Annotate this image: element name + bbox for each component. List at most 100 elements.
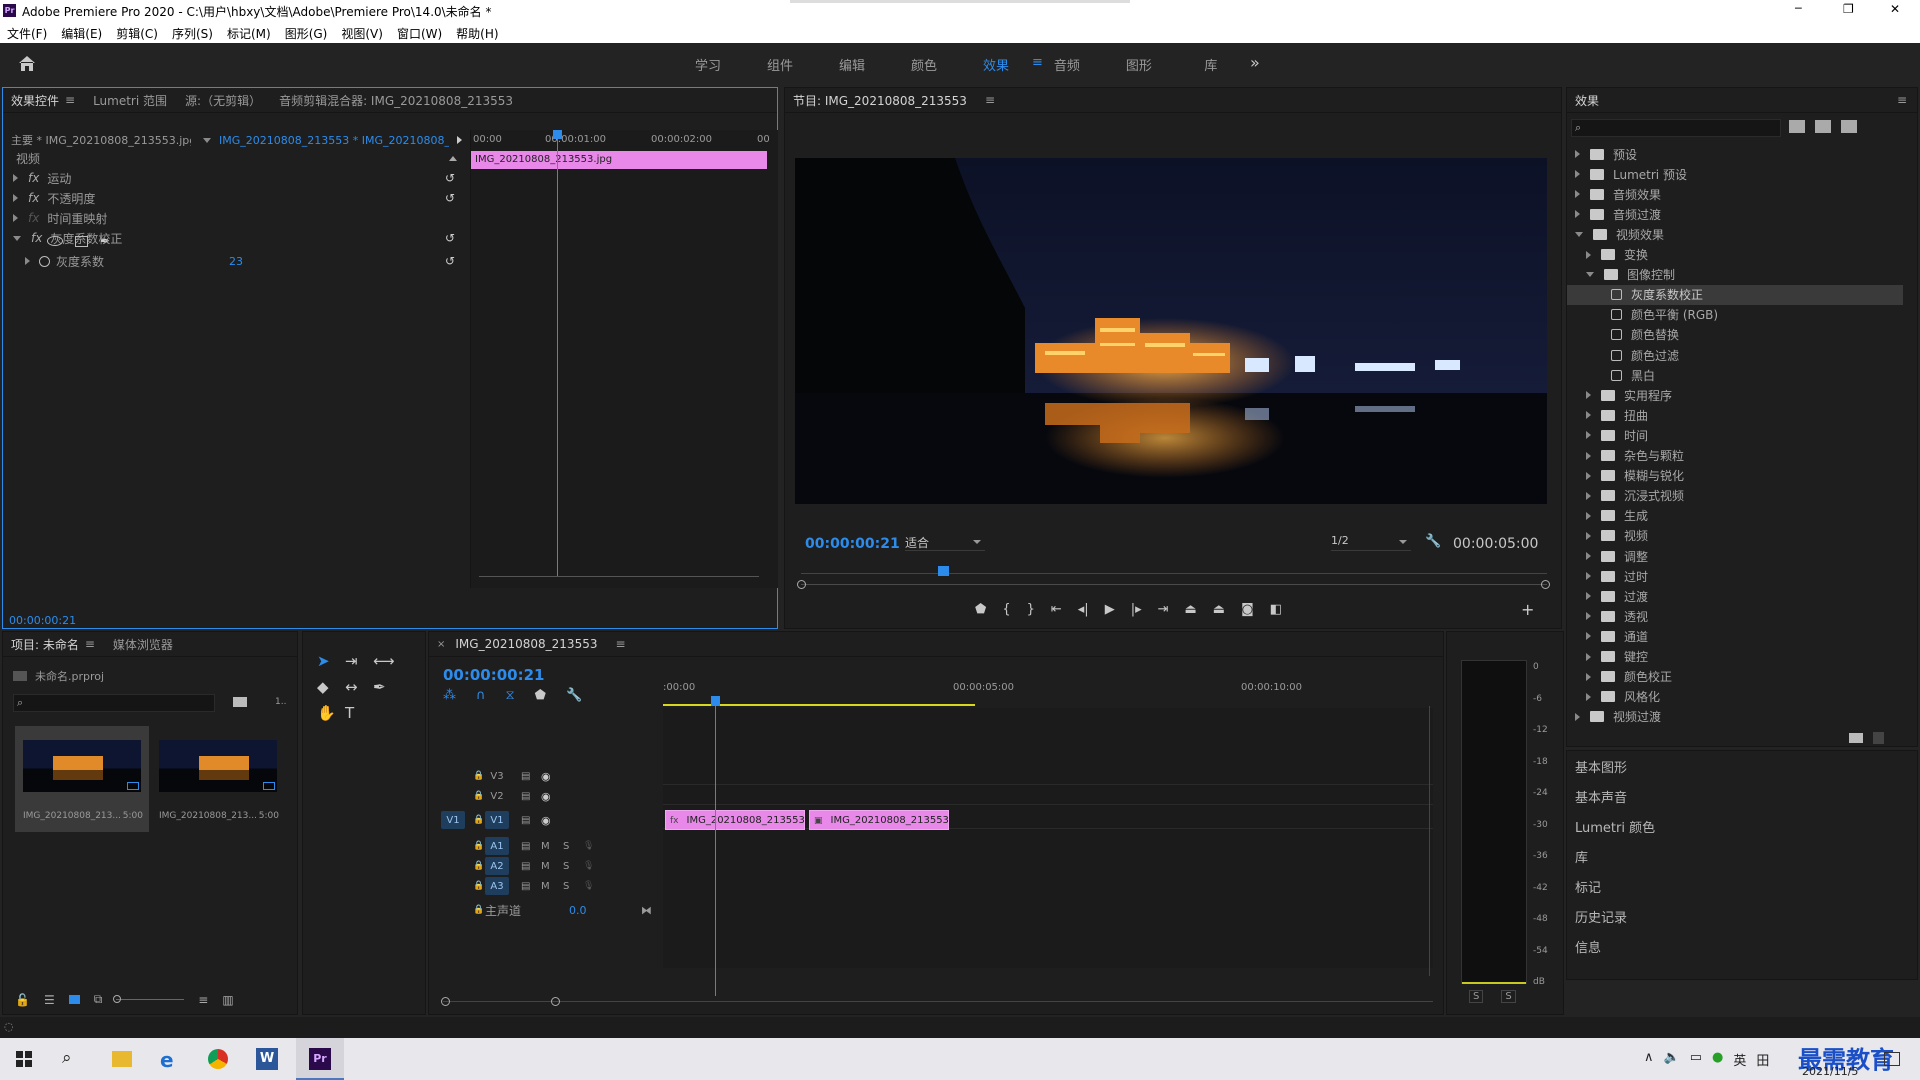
wrench-icon[interactable]: 🔧 xyxy=(1425,534,1441,549)
microphone-icon[interactable]: 🎙 xyxy=(583,861,594,871)
workspace-tab-4[interactable]: 效果 xyxy=(960,55,1032,74)
source-patch-v1[interactable]: V1 xyxy=(441,811,465,829)
reset-icon[interactable]: ↺ xyxy=(445,191,455,205)
collapse-icon[interactable] xyxy=(1586,272,1594,278)
expand-icon[interactable] xyxy=(13,214,18,222)
workspace-tab-2[interactable]: 编辑 xyxy=(816,55,888,74)
expand-icon[interactable] xyxy=(1586,250,1591,259)
effects-tree-item[interactable]: 时间 xyxy=(1567,425,1903,445)
expand-icon[interactable] xyxy=(1575,210,1580,219)
razor-tool-icon[interactable]: ◆ xyxy=(317,678,345,696)
pen-tool-icon[interactable]: ✒ xyxy=(373,678,401,696)
ellipse-mask-icon[interactable] xyxy=(47,236,63,246)
workspace-tab-3[interactable]: 颜色 xyxy=(888,55,960,74)
effects-tree-item[interactable]: Lumetri 预设 xyxy=(1567,164,1903,184)
expand-icon[interactable] xyxy=(1586,511,1591,520)
effects-tree-item[interactable]: 黑白 xyxy=(1567,365,1903,385)
timeline-zoom-handle-right[interactable] xyxy=(551,997,560,1006)
expand-icon[interactable] xyxy=(1586,652,1591,661)
expand-icon[interactable] xyxy=(1586,632,1591,641)
microphone-icon[interactable]: 🎙 xyxy=(583,881,594,891)
step-back-icon[interactable]: ◂| xyxy=(1078,602,1089,617)
effect-row[interactable]: fx 不透明度 ↺ xyxy=(3,188,465,208)
effect-row[interactable]: fx 时间重映射 xyxy=(3,208,465,228)
go-to-in-icon[interactable]: ⇤ xyxy=(1051,602,1062,617)
expand-icon[interactable] xyxy=(1575,170,1580,179)
master-volume-value[interactable]: 0.0 xyxy=(569,904,587,917)
effect-row[interactable]: fx 运动 ↺ xyxy=(3,168,465,188)
slip-tool-icon[interactable]: ↔ xyxy=(345,678,373,696)
effects-tree-item[interactable]: 图像控制 xyxy=(1567,265,1903,285)
ime-indicator[interactable]: 英 xyxy=(1733,1050,1746,1069)
linked-selection-icon[interactable]: ⧖ xyxy=(506,688,515,703)
close-button[interactable]: ✕ xyxy=(1890,2,1900,16)
clock-date[interactable]: 2021/11/5 xyxy=(1802,1065,1858,1078)
timeline-playhead[interactable] xyxy=(715,696,716,996)
premiere-taskbar-button[interactable]: Pr xyxy=(296,1038,344,1080)
extract-icon[interactable]: ⏏ xyxy=(1213,602,1225,617)
delete-icon[interactable] xyxy=(1873,732,1884,744)
collapse-icon[interactable] xyxy=(1575,231,1583,237)
effects-tree-item[interactable]: 灰度系数校正 xyxy=(1567,284,1903,305)
effects-tree-item[interactable]: 预设 xyxy=(1567,144,1903,164)
program-playhead[interactable] xyxy=(937,566,949,576)
workspace-tab-6[interactable]: 图形 xyxy=(1103,55,1175,74)
expand-icon[interactable] xyxy=(1586,692,1591,701)
sync-lock-icon[interactable]: ▤ xyxy=(521,771,530,782)
pen-mask-icon[interactable]: ✒ xyxy=(100,234,110,248)
track-target[interactable]: A3 xyxy=(485,877,509,895)
accelerated-filter-icon[interactable] xyxy=(1789,120,1805,133)
lock-icon[interactable]: 🔒 xyxy=(473,861,484,871)
workspace-more-button[interactable]: » xyxy=(1250,53,1260,72)
selection-tool-icon[interactable]: ➤ xyxy=(317,652,345,670)
solo-button[interactable]: S xyxy=(563,861,569,872)
timeline-zoom-handle-left[interactable] xyxy=(441,997,450,1006)
lock-icon[interactable]: 🔒 xyxy=(473,791,484,801)
zoom-handle-left[interactable] xyxy=(797,580,806,589)
video-track-header[interactable]: 🔒 V3 ▤ ◉ xyxy=(429,766,662,786)
side-panel-tab[interactable]: 历史记录 xyxy=(1575,907,1627,926)
hand-tool-icon[interactable]: ✋ xyxy=(317,704,345,722)
program-timecode[interactable]: 00:00:00:21 xyxy=(805,536,900,552)
expand-icon[interactable] xyxy=(1586,531,1591,540)
effects-tree-item[interactable]: 视频过渡 xyxy=(1567,707,1903,727)
menu-item-5[interactable]: 图形(G) xyxy=(285,25,328,42)
effects-tree-item[interactable]: 过时 xyxy=(1567,566,1903,586)
ec-zoom-scroll[interactable] xyxy=(479,576,759,577)
effects-tree-item[interactable]: 音频过渡 xyxy=(1567,204,1903,224)
ec-timecode[interactable]: 00:00:00:21 xyxy=(9,614,76,627)
freeform-view-icon[interactable]: ⧉ xyxy=(94,992,103,1007)
master-track-header[interactable]: 🔒 主声道 0.0 ⧓ xyxy=(429,900,662,920)
network-icon[interactable]: ▭ xyxy=(1690,1050,1702,1069)
step-forward-icon[interactable]: |▸ xyxy=(1131,602,1142,617)
track-select-tool-icon[interactable]: ⇥ xyxy=(345,652,373,670)
list-view-icon[interactable]: ☰ xyxy=(44,993,55,1007)
effects-tree-item[interactable]: 杂色与颗粒 xyxy=(1567,446,1903,466)
workspace-tab-0[interactable]: 学习 xyxy=(672,55,744,74)
sync-lock-icon[interactable]: ▤ xyxy=(521,791,530,802)
effects-tree-item[interactable]: 颜色替换 xyxy=(1567,325,1903,345)
side-panel-tab[interactable]: 基本图形 xyxy=(1575,757,1627,776)
panel-menu-icon[interactable]: ≡ xyxy=(615,637,625,651)
workspace-tab-5[interactable]: 音频 xyxy=(1031,55,1103,74)
master-clip-label[interactable]: 主要 * IMG_20210808_213553.jpg xyxy=(11,132,191,148)
track-target[interactable]: V2 xyxy=(485,787,509,805)
effects-tree-item[interactable]: 颜色校正 xyxy=(1567,667,1903,687)
timeline-settings-icon[interactable]: 🔧 xyxy=(566,688,582,703)
expand-icon[interactable] xyxy=(1575,712,1580,721)
video-track-header[interactable]: V1 🔒 V1 ▤ ◉ xyxy=(429,810,662,830)
export-frame-icon[interactable]: ◙ xyxy=(1241,602,1254,617)
menu-item-7[interactable]: 窗口(W) xyxy=(397,25,442,42)
side-panel-tab[interactable]: 标记 xyxy=(1575,877,1601,896)
expand-icon[interactable] xyxy=(1586,612,1591,621)
solo-left-button[interactable]: S xyxy=(1469,990,1484,1003)
new-search-bin-icon[interactable] xyxy=(233,697,247,707)
timeline-scrollbar[interactable] xyxy=(443,1001,1433,1002)
file-explorer-icon[interactable] xyxy=(112,1051,132,1067)
program-title[interactable]: 节目: IMG_20210808_213553 xyxy=(793,92,967,109)
effects-tree-item[interactable]: 风格化 xyxy=(1567,687,1903,707)
fx-badge-icon[interactable]: fx xyxy=(28,171,39,185)
volume-icon[interactable]: 🔈 xyxy=(1664,1050,1680,1069)
lock-icon[interactable]: 🔒 xyxy=(473,881,484,891)
yuv-filter-icon[interactable] xyxy=(1841,120,1857,133)
